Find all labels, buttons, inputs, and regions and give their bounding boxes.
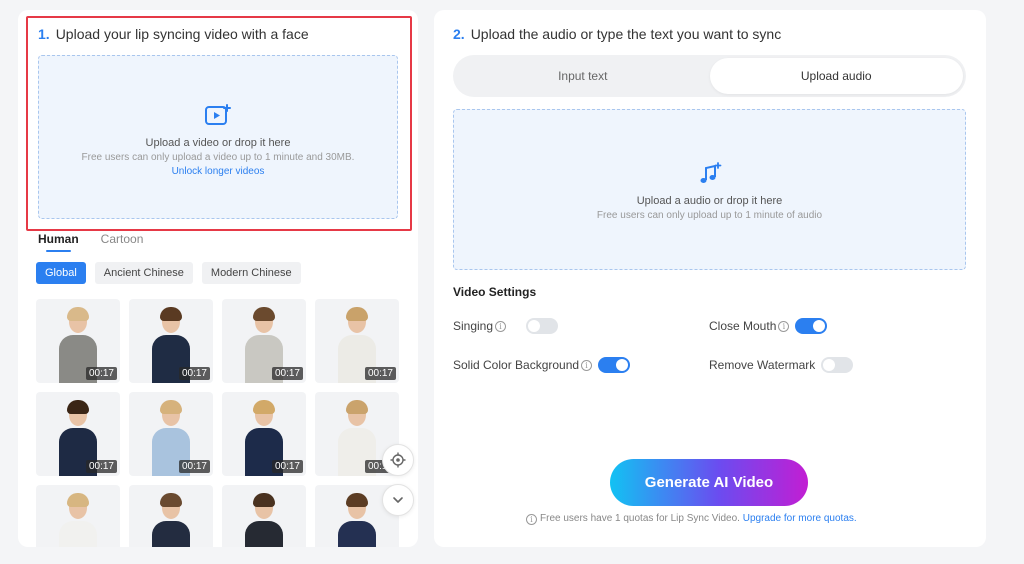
avatar-card[interactable]: 00:17 <box>129 299 213 383</box>
remove-watermark-toggle[interactable] <box>821 357 854 373</box>
step-2-text: Upload the audio or type the text you wa… <box>470 26 782 42</box>
avatar-card[interactable]: 00:17 <box>222 299 306 383</box>
duration-label: 00:17 <box>178 367 210 380</box>
audio-dropzone[interactable]: Upload a audio or drop it here Free user… <box>453 109 966 270</box>
locate-button[interactable] <box>382 444 414 476</box>
remove-watermark-label: Remove Watermark <box>709 358 816 372</box>
avatar-card[interactable] <box>222 485 306 547</box>
chip-modern-chinese[interactable]: Modern Chinese <box>201 262 301 284</box>
singing-label: Singing <box>453 319 494 333</box>
duration-label: 00:17 <box>271 367 303 380</box>
tab-cartoon[interactable]: Cartoon <box>101 232 144 246</box>
setting-close-mouth: Close Mouth i <box>709 318 828 334</box>
avatar-card[interactable]: 00:17 <box>36 392 120 476</box>
music-note-icon <box>454 162 965 191</box>
setting-remove-watermark: Remove Watermark <box>709 357 854 373</box>
scroll-down-button[interactable] <box>382 484 414 516</box>
setting-solid-color-background: Solid Color Background i <box>453 357 631 373</box>
chevron-down-icon <box>393 497 403 503</box>
duration-label: 00:17 <box>271 460 303 473</box>
avatar-card[interactable]: 00:17 <box>36 299 120 383</box>
step-2-number: 2. <box>453 26 465 42</box>
video-upload-panel: 1. Upload your lip syncing video with a f… <box>18 10 418 547</box>
info-icon[interactable]: i <box>495 320 507 332</box>
quota-text: Free users have 1 quotas for Lip Sync Vi… <box>540 513 740 524</box>
info-icon[interactable]: i <box>581 359 593 371</box>
quota-notice: i Free users have 1 quotas for Lip Sync V… <box>526 513 857 525</box>
avatar-card[interactable] <box>129 485 213 547</box>
duration-label: 00:17 <box>364 367 396 380</box>
solid-background-label: Solid Color Background <box>453 358 580 372</box>
avatar-image <box>53 491 103 547</box>
upgrade-quota-link[interactable]: Upgrade for more quotas. <box>743 513 857 524</box>
crosshair-icon <box>390 452 406 468</box>
avatar-image <box>332 491 382 547</box>
avatar-card[interactable]: 00:17 <box>222 392 306 476</box>
audio-drop-main-text: Upload a audio or drop it here <box>636 195 783 207</box>
avatar-filter-chips: Global Ancient Chinese Modern Chinese <box>36 262 301 284</box>
avatar-category-tabs: Human Cartoon <box>38 232 144 252</box>
avatar-card[interactable] <box>36 485 120 547</box>
tab-input-text[interactable]: Input text <box>456 58 710 94</box>
duration-label: 00:17 <box>85 367 117 380</box>
duration-label: 00:17 <box>85 460 117 473</box>
generate-ai-video-button[interactable]: Generate AI Video <box>610 459 808 506</box>
step-2-title: 2. Upload the audio or type the text you … <box>453 26 781 42</box>
setting-singing: Singing i <box>453 318 559 334</box>
highlight-frame <box>26 16 412 231</box>
audio-drop-limit-text: Free users can only upload up to 1 minut… <box>596 210 823 221</box>
avatar-card[interactable]: 00:17 <box>129 392 213 476</box>
solid-background-toggle[interactable] <box>598 357 631 373</box>
info-icon: i <box>526 514 537 525</box>
duration-label: 00:17 <box>178 460 210 473</box>
video-settings-title: Video Settings <box>453 285 537 299</box>
close-mouth-label: Close Mouth <box>709 319 777 333</box>
chip-global[interactable]: Global <box>36 262 86 284</box>
chip-ancient-chinese[interactable]: Ancient Chinese <box>94 262 193 284</box>
audio-panel: 2. Upload the audio or type the text you … <box>434 10 986 547</box>
avatar-grid: 00:17 00:17 00:17 00:17 00:17 00:17 00:1… <box>36 299 401 547</box>
close-mouth-toggle[interactable] <box>795 318 828 334</box>
info-icon[interactable]: i <box>778 320 790 332</box>
input-mode-switch: Input text Upload audio <box>453 55 966 97</box>
avatar-image <box>146 491 196 547</box>
tab-human[interactable]: Human <box>38 232 79 252</box>
avatar-card[interactable]: 00:17 <box>315 299 399 383</box>
tab-upload-audio[interactable]: Upload audio <box>709 58 963 94</box>
singing-toggle[interactable] <box>526 318 559 334</box>
avatar-image <box>239 491 289 547</box>
